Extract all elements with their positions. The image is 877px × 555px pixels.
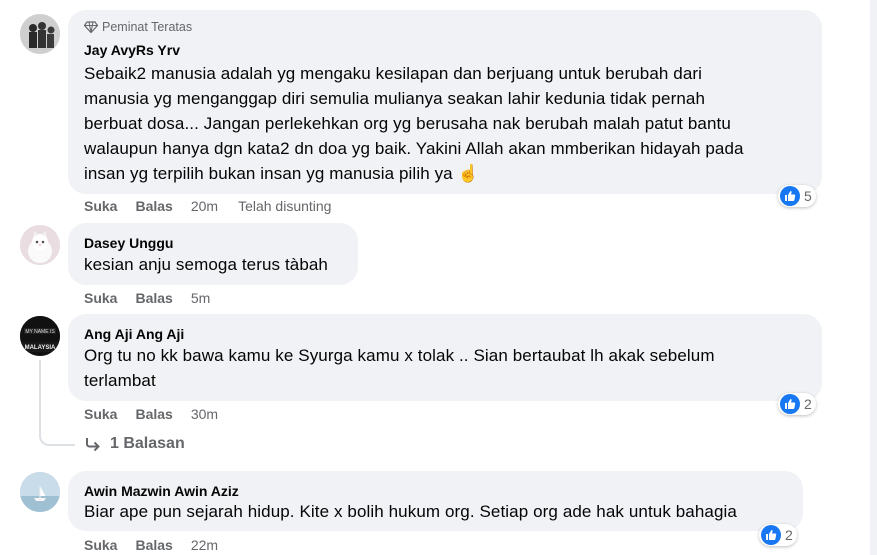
like-button[interactable]: Suka	[84, 406, 117, 422]
comment-author[interactable]: Jay AvyRs Yrv	[84, 42, 180, 58]
comment-line: Sebaik2 manusia adalah yg mengaku kesila…	[84, 64, 703, 83]
reply-button[interactable]: Balas	[135, 537, 172, 553]
comment-author[interactable]: Awin Mazwin Awin Aziz	[84, 483, 239, 499]
comment-actions: Suka Balas 5m	[84, 290, 230, 306]
comment-text: Biar ape pun sejarah hidup. Kite x bolih…	[84, 499, 737, 524]
avatar[interactable]: MY NAME IS MALAYSIA	[20, 316, 60, 356]
reaction-count[interactable]: 2	[778, 393, 816, 415]
comment-line: terlambat	[84, 371, 156, 390]
reaction-count[interactable]: 2	[759, 524, 797, 546]
comment-text: Sebaik2 manusia adalah yg mengaku kesila…	[84, 61, 744, 186]
reply-button[interactable]: Balas	[135, 406, 172, 422]
diamond-icon	[84, 21, 98, 34]
replies-count-label: 1 Balasan	[110, 435, 185, 452]
comment-line: Biar ape pun sejarah hidup. Kite x bolih…	[84, 502, 737, 521]
like-reaction-icon	[761, 525, 781, 545]
scrollbar[interactable]	[870, 0, 877, 555]
svg-text:MY NAME IS: MY NAME IS	[25, 329, 55, 335]
comment-line: Org tu no kk bawa kamu ke Syurga kamu x …	[84, 346, 715, 365]
like-button[interactable]: Suka	[84, 537, 117, 553]
comment-author[interactable]: Ang Aji Ang Aji	[84, 326, 184, 342]
comment-time[interactable]: 22m	[191, 537, 218, 553]
edited-label[interactable]: Telah disunting	[238, 198, 331, 214]
reaction-number: 5	[804, 188, 812, 204]
reaction-number: 2	[785, 527, 793, 543]
comment-line: kesian anju semoga terus tàbah	[84, 255, 328, 274]
comment-actions: Suka Balas 20m Telah disunting	[84, 198, 331, 214]
comment-actions: Suka Balas 30m	[84, 406, 238, 422]
reply-button[interactable]: Balas	[135, 198, 172, 214]
reply-arrow-icon	[86, 438, 100, 452]
comment-actions: Suka Balas 22m	[84, 537, 238, 553]
avatar[interactable]	[20, 225, 60, 265]
like-reaction-icon	[780, 394, 800, 414]
comment-text: kesian anju semoga terus tàbah	[84, 252, 328, 277]
badge-label: Peminat Teratas	[102, 20, 193, 34]
avatar[interactable]	[20, 14, 60, 54]
comment-time[interactable]: 30m	[191, 406, 218, 422]
comment-author[interactable]: Dasey Unggu	[84, 235, 173, 251]
reaction-number: 2	[804, 396, 812, 412]
reply-button[interactable]: Balas	[135, 290, 172, 306]
comment-line: manusia yg menganggap diri semulia mulia…	[84, 89, 706, 108]
comment-time[interactable]: 20m	[191, 198, 218, 214]
comment-line: walaupun hanya dgn kata2 dn doa yg baik.…	[84, 139, 744, 158]
thread-connector	[39, 360, 41, 432]
thread-connector	[39, 430, 75, 446]
comment-time[interactable]: 5m	[191, 290, 210, 306]
svg-text:MALAYSIA: MALAYSIA	[25, 345, 56, 351]
like-button[interactable]: Suka	[84, 290, 117, 306]
top-fan-badge: Peminat Teratas	[84, 20, 192, 34]
like-reaction-icon	[780, 186, 800, 206]
view-replies-button[interactable]: 1 Balasan	[84, 435, 185, 453]
reaction-count[interactable]: 5	[778, 185, 816, 207]
like-button[interactable]: Suka	[84, 198, 117, 214]
comment-line: berbuat dosa... Jangan perlekehkan org y…	[84, 114, 731, 133]
comment-text: Org tu no kk bawa kamu ke Syurga kamu x …	[84, 343, 715, 393]
avatar[interactable]	[20, 472, 60, 512]
comment-line: insan yg terpilih bukan insan yg manusia…	[84, 164, 479, 183]
